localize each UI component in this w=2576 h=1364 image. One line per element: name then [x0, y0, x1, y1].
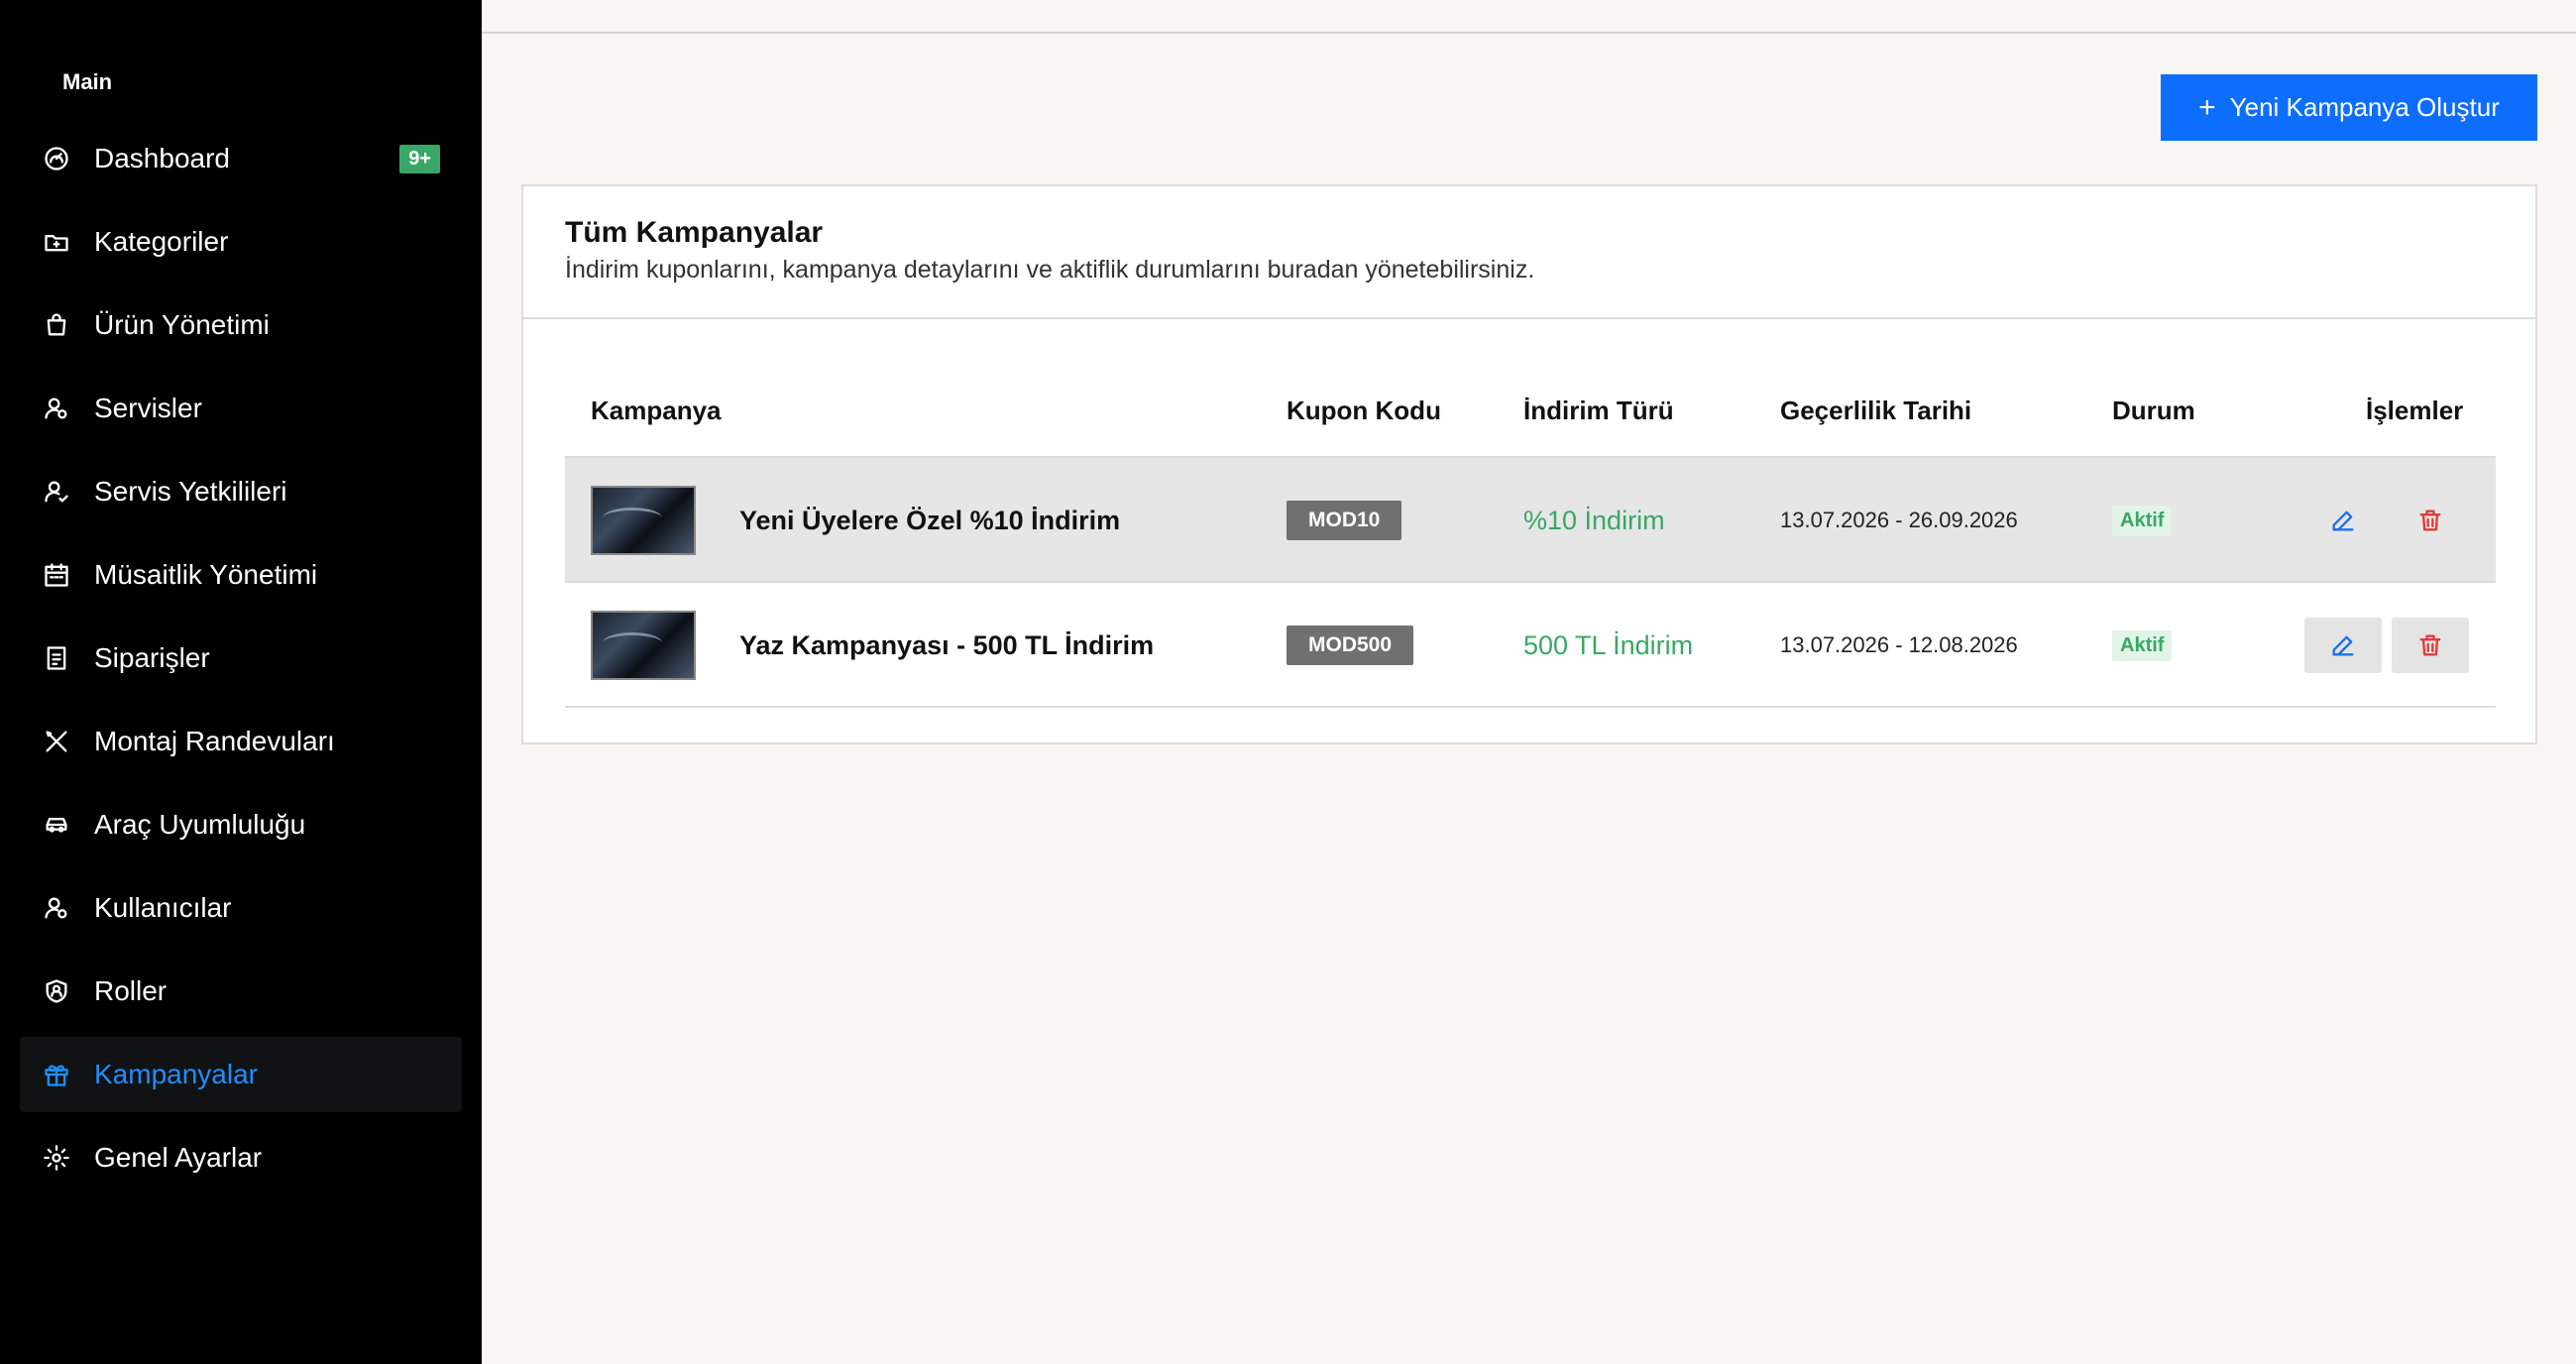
user-gear-icon [42, 394, 71, 423]
column-header: Durum [2112, 395, 2195, 425]
sidebar-item-label: Servis Yetkilileri [94, 476, 287, 507]
discount-type: %10 İndirim [1523, 505, 1665, 535]
column-header: Kupon Kodu [1287, 395, 1441, 425]
users-gear-icon [42, 893, 71, 923]
sidebar-item-label: Kampanyalar [94, 1059, 258, 1089]
sidebar-item-label: Montaj Randevuları [94, 726, 335, 756]
plus-icon: + [2198, 90, 2216, 124]
sidebar-item-label: Kullanıcılar [94, 892, 232, 923]
table-row: Yeni Üyelere Özel %10 İndirim MOD10 %10 … [565, 458, 2496, 583]
shopping-bag-icon [42, 310, 71, 340]
user-check-icon [42, 477, 71, 507]
column-header: İndirim Türü [1523, 395, 1674, 425]
coupon-code: MOD10 [1287, 501, 1402, 540]
card-header: Tüm Kampanyalar İndirim kuponlarını, kam… [523, 186, 2535, 319]
trash-icon [2419, 510, 2441, 531]
validity-date: 13.07.2026 - 12.08.2026 [1780, 632, 2018, 657]
campaign-thumbnail [591, 611, 696, 680]
campaign-thumbnail [591, 486, 696, 555]
card-subtitle: İndirim kuponlarını, kampanya detayların… [565, 256, 1535, 284]
campaigns-table: Kampanya Kupon Kodu İndirim Türü Geçerli… [565, 363, 2496, 708]
sidebar-item-label: Servisler [94, 393, 202, 423]
sidebar-item-label: Siparişler [94, 642, 210, 673]
sidebar-item-label: Kategoriler [94, 226, 229, 257]
sidebar-nav: Dashboard 9+ Kategoriler Ürün Yönetimi S… [20, 121, 462, 1203]
table-row: Yaz Kampanyası - 500 TL İndirim MOD500 5… [565, 583, 2496, 708]
topbar-divider [482, 32, 2576, 34]
create-campaign-button[interactable]: + Yeni Kampanya Oluştur [2161, 74, 2537, 141]
sidebar-item-servisler[interactable]: Servisler [20, 371, 462, 446]
sidebar-item-servis-yetkilileri[interactable]: Servis Yetkilileri [20, 454, 462, 529]
discount-type: 500 TL İndirim [1523, 629, 1694, 660]
sidebar-item-kullanicilar[interactable]: Kullanıcılar [20, 870, 462, 946]
sidebar-item-label: Ürün Yönetimi [94, 309, 270, 340]
edit-button[interactable] [2304, 618, 2382, 673]
validity-date: 13.07.2026 - 26.09.2026 [1780, 508, 2018, 532]
sidebar-section-title: Main [62, 69, 113, 94]
create-campaign-label: Yeni Kampanya Oluştur [2229, 92, 2500, 122]
edit-button[interactable] [2304, 493, 2382, 548]
sidebar-item-kampanyalar[interactable]: Kampanyalar [20, 1037, 462, 1112]
sidebar-item-siparisler[interactable]: Siparişler [20, 621, 462, 696]
trash-icon [2419, 634, 2441, 656]
campaign-name: Yaz Kampanyası - 500 TL İndirim [739, 629, 1155, 660]
column-header: Geçerlilik Tarihi [1780, 395, 1972, 425]
gear-icon [42, 1143, 71, 1173]
sidebar: Main Dashboard 9+ Kategoriler Ürün Yönet… [0, 0, 482, 1364]
pencil-icon [2332, 635, 2354, 656]
sidebar-item-label: Müsaitlik Yönetimi [94, 559, 318, 590]
campaigns-card: Tüm Kampanyalar İndirim kuponlarını, kam… [521, 184, 2537, 744]
car-icon [42, 810, 71, 840]
sidebar-item-montaj-randevulari[interactable]: Montaj Randevuları [20, 704, 462, 779]
column-header: İşlemler [2366, 395, 2464, 425]
delete-button[interactable] [2392, 618, 2469, 673]
folder-icon [42, 227, 71, 257]
notification-badge: 9+ [399, 145, 440, 173]
sidebar-item-roller[interactable]: Roller [20, 954, 462, 1029]
sidebar-item-musaitlik-yonetimi[interactable]: Müsaitlik Yönetimi [20, 537, 462, 613]
pencil-icon [2332, 511, 2354, 531]
sidebar-item-urun-yonetimi[interactable]: Ürün Yönetimi [20, 287, 462, 363]
card-title: Tüm Kampanyalar [565, 216, 824, 249]
receipt-icon [42, 643, 71, 673]
sidebar-item-label: Araç Uyumluluğu [94, 809, 306, 840]
gift-icon [42, 1060, 71, 1089]
column-header: Kampanya [591, 395, 722, 425]
tools-icon [42, 727, 71, 756]
campaign-name: Yeni Üyelere Özel %10 İndirim [739, 505, 1121, 535]
sidebar-item-label: Dashboard [94, 143, 230, 173]
sidebar-item-label: Roller [94, 975, 168, 1006]
sidebar-item-label: Genel Ayarlar [94, 1142, 263, 1173]
status-badge: Aktif [2112, 505, 2173, 536]
gauge-icon [42, 144, 71, 173]
sidebar-item-genel-ayarlar[interactable]: Genel Ayarlar [20, 1120, 462, 1195]
sidebar-item-kategoriler[interactable]: Kategoriler [20, 204, 462, 280]
calendar-icon [42, 560, 71, 590]
table-header: Kampanya Kupon Kodu İndirim Türü Geçerli… [565, 363, 2496, 458]
shield-user-icon [42, 976, 71, 1006]
delete-button[interactable] [2392, 493, 2469, 548]
coupon-code: MOD500 [1287, 625, 1414, 665]
sidebar-item-dashboard[interactable]: Dashboard 9+ [20, 121, 462, 196]
status-badge: Aktif [2112, 629, 2173, 661]
sidebar-item-arac-uyumlulugu[interactable]: Araç Uyumluluğu [20, 787, 462, 862]
